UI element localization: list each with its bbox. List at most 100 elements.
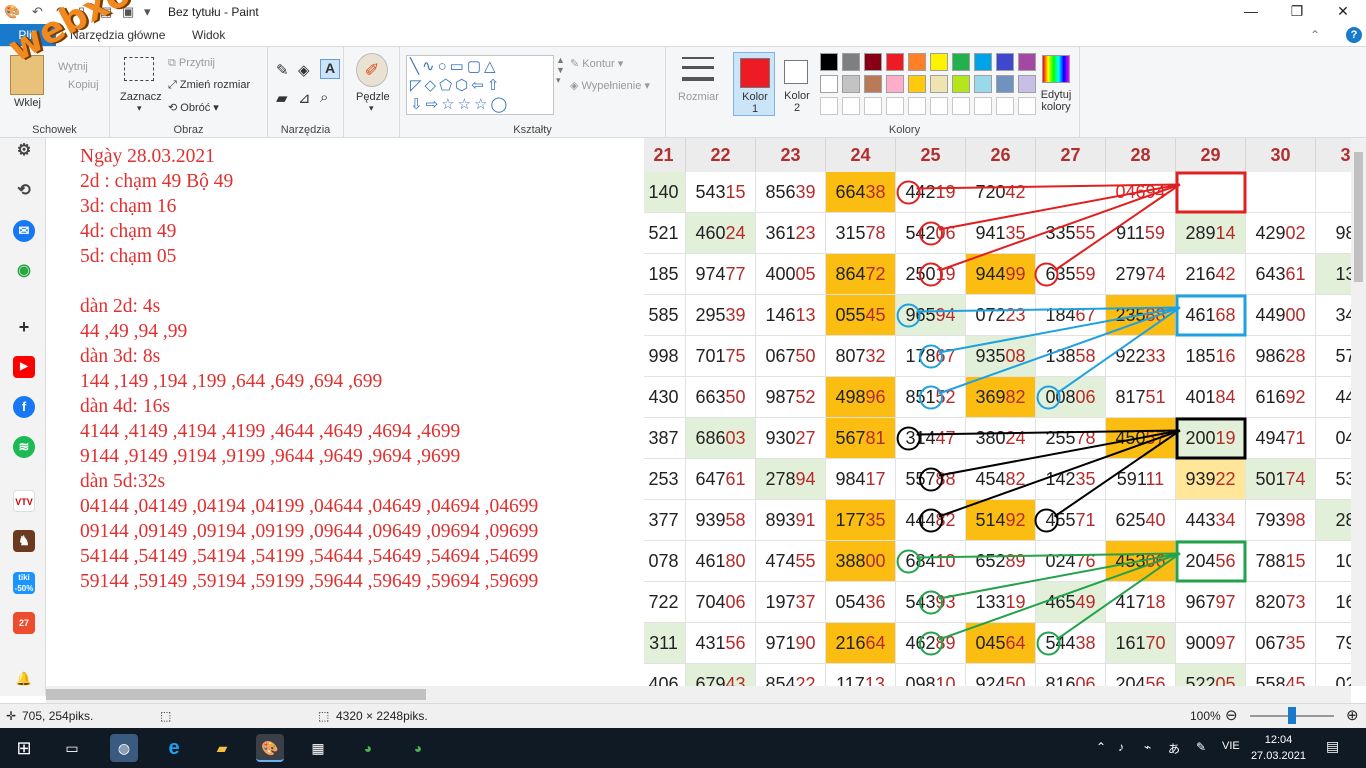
color-swatch[interactable] <box>974 53 992 71</box>
history-icon[interactable]: ⟲ <box>13 180 35 202</box>
edit-colors-icon[interactable] <box>1042 55 1070 83</box>
select-button[interactable]: Zaznacz <box>120 91 162 103</box>
select-icon[interactable] <box>124 57 154 81</box>
color-swatch[interactable] <box>886 97 904 115</box>
volume-icon[interactable]: ♪ <box>1118 740 1124 754</box>
language-indicator[interactable]: VIE <box>1222 740 1240 752</box>
close-button[interactable]: ✕ <box>1320 0 1366 24</box>
edit-colors-button[interactable]: Edytuj kolory <box>1036 89 1076 113</box>
lazada-icon[interactable]: 27 <box>13 612 35 634</box>
quick-access-dropdown-icon[interactable]: ▾ <box>144 4 151 20</box>
color-swatch[interactable] <box>864 53 882 71</box>
spotify-icon[interactable]: ≋ <box>13 436 35 458</box>
color-swatch[interactable] <box>930 97 948 115</box>
eraser-icon[interactable]: ▰ <box>276 89 288 107</box>
file-explorer-icon[interactable]: ▰ <box>208 734 236 762</box>
fill-shape-button[interactable]: Wypełnienie <box>582 80 642 92</box>
notifications-icon[interactable]: ▤ <box>1326 738 1339 755</box>
copy-button[interactable]: Kopiuj <box>68 79 99 91</box>
outline-button[interactable]: Kontur <box>582 58 614 70</box>
color-swatch[interactable] <box>996 53 1014 71</box>
crop-button[interactable]: Przytnij <box>179 57 215 69</box>
task-view-icon[interactable]: ▭ <box>58 734 86 762</box>
brushes-icon[interactable]: ✐ <box>356 53 388 87</box>
horizontal-scrollbar[interactable] <box>46 686 1351 703</box>
color-swatch[interactable] <box>842 53 860 71</box>
color-swatch[interactable] <box>974 97 992 115</box>
shapes-scroll-icon[interactable]: ▲ ▼ ▾ <box>556 55 565 86</box>
horizontal-scroll-thumb[interactable] <box>46 689 426 700</box>
paste-button[interactable]: Wklej <box>14 97 41 109</box>
zoom-out-button[interactable]: ⊖ <box>1225 706 1238 724</box>
brushes-dropdown-icon[interactable]: ▾ <box>369 103 374 114</box>
coccoc-icon-2[interactable]: ◕ <box>404 734 432 762</box>
store-icon[interactable]: ▦ <box>304 734 332 762</box>
size-icon[interactable] <box>682 57 714 81</box>
coccoc-icon[interactable]: ◕ <box>354 734 382 762</box>
rotate-button[interactable]: Obróć <box>180 102 210 114</box>
app-disk-icon[interactable]: ◍ <box>110 734 138 762</box>
fill-icon[interactable]: ◈ <box>298 61 310 79</box>
color1-button[interactable]: Kolor 1 <box>733 52 775 116</box>
color-swatch[interactable] <box>842 75 860 93</box>
color-swatch[interactable] <box>908 53 926 71</box>
color-swatch[interactable] <box>996 75 1014 93</box>
color-swatch[interactable] <box>952 53 970 71</box>
color-swatch[interactable] <box>820 53 838 71</box>
magnifier-icon[interactable]: ⌕ <box>320 89 328 106</box>
tab-view[interactable]: Widok <box>192 28 225 42</box>
color-swatch[interactable] <box>1018 75 1036 93</box>
pen-icon[interactable]: ✎ <box>1196 740 1206 754</box>
shapes-gallery[interactable]: ╲∿○▭▢△ ◸◇⬠⬡⇦⇧ ⇩⇨☆☆☆◯ <box>406 55 554 115</box>
edge-icon[interactable]: e <box>160 734 188 762</box>
restore-button[interactable]: ❐ <box>1274 0 1320 24</box>
network-icon[interactable]: ⌁ <box>1144 740 1151 754</box>
input-method-icon[interactable]: あ <box>1168 740 1180 757</box>
drawing-canvas[interactable]: 2122232425262728293031 140543158563966438… <box>46 138 1351 686</box>
add-icon[interactable]: + <box>13 316 35 338</box>
facebook-icon[interactable]: f <box>13 396 35 418</box>
color-swatch[interactable] <box>820 75 838 93</box>
pencil-icon[interactable]: ✎ <box>276 61 289 79</box>
minimize-button[interactable]: — <box>1228 0 1274 24</box>
color-swatch[interactable] <box>864 97 882 115</box>
color-swatch[interactable] <box>1018 97 1036 115</box>
color-swatch[interactable] <box>864 75 882 93</box>
color-swatch[interactable] <box>820 97 838 115</box>
tiki-icon[interactable]: tiki -50% <box>13 572 35 594</box>
zoom-in-button[interactable]: ⊕ <box>1346 706 1359 724</box>
color-swatch[interactable] <box>996 97 1014 115</box>
color-picker-icon[interactable]: ⊿ <box>298 89 311 107</box>
clock[interactable]: 12:04 27.03.2021 <box>1251 732 1306 764</box>
brushes-button[interactable]: Pędzle <box>356 91 390 103</box>
messenger-icon[interactable]: ✉ <box>13 220 35 242</box>
color-swatch[interactable] <box>842 97 860 115</box>
vertical-scroll-thumb[interactable] <box>1354 152 1363 282</box>
vtv-icon[interactable]: VTV <box>13 490 35 512</box>
text-tool-icon[interactable]: A <box>320 59 340 79</box>
color-swatch[interactable] <box>952 75 970 93</box>
zoom-slider-thumb[interactable] <box>1288 707 1296 724</box>
tray-chevron-icon[interactable]: ⌃ <box>1096 740 1106 754</box>
notification-icon[interactable]: 🔔 <box>13 668 35 690</box>
settings-icon[interactable]: ⚙ <box>13 140 35 162</box>
youtube-icon[interactable]: ▶ <box>13 356 35 378</box>
color-swatch[interactable] <box>886 53 904 71</box>
game-app-icon[interactable]: ♞ <box>13 530 35 552</box>
color-swatch[interactable] <box>952 97 970 115</box>
color-swatch[interactable] <box>930 75 948 93</box>
start-icon[interactable]: ⊞ <box>10 734 38 762</box>
gamepad-icon[interactable]: ◉ <box>13 260 35 282</box>
vertical-scrollbar[interactable] <box>1351 138 1366 686</box>
collapse-ribbon-icon[interactable]: ⌃ <box>1310 28 1320 42</box>
select-dropdown-icon[interactable]: ▾ <box>137 103 142 114</box>
paint-taskbar-icon[interactable]: 🎨 <box>256 734 284 762</box>
cut-button[interactable]: Wytnij <box>58 61 88 73</box>
color-swatch[interactable] <box>886 75 904 93</box>
color2-button[interactable]: Kolor 2 <box>779 52 815 116</box>
help-button[interactable]: ? <box>1346 27 1362 43</box>
resize-button[interactable]: Zmień rozmiar <box>180 79 250 91</box>
color-swatch[interactable] <box>908 75 926 93</box>
size-button[interactable]: Rozmiar <box>678 91 719 103</box>
color-swatch[interactable] <box>1018 53 1036 71</box>
